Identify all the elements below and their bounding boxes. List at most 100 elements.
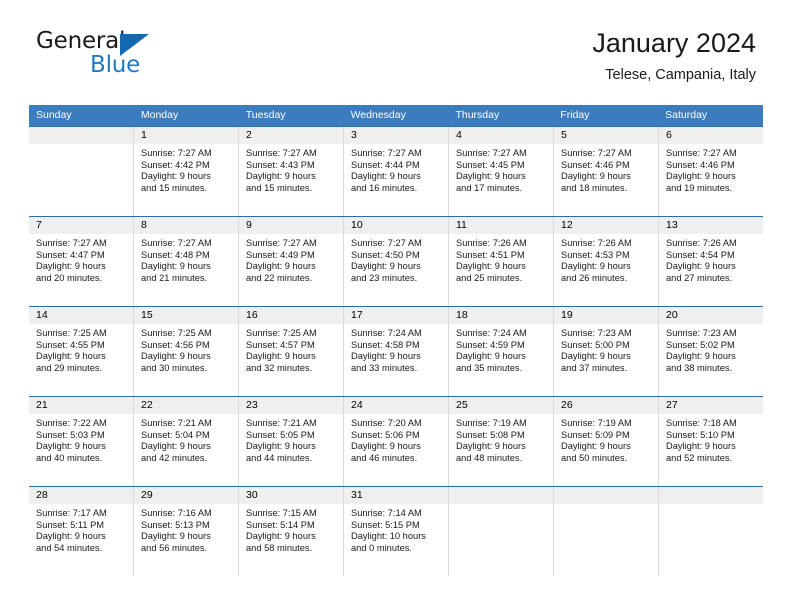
day-cell[interactable]: 30 Sunrise: 7:15 AM Sunset: 5:14 PM Dayl… [238,487,343,576]
day-cell[interactable]: 17 Sunrise: 7:24 AM Sunset: 4:58 PM Dayl… [343,307,448,396]
day-cell[interactable]: 19 Sunrise: 7:23 AM Sunset: 5:00 PM Dayl… [553,307,658,396]
day-cell[interactable]: 3 Sunrise: 7:27 AM Sunset: 4:44 PM Dayli… [343,127,448,216]
calendar-page: General Blue January 2024 Telese, Campan… [0,0,792,612]
day-number [554,487,658,504]
daylight-text-line2: and 27 minutes. [666,272,733,283]
day-cell[interactable]: 18 Sunrise: 7:24 AM Sunset: 4:59 PM Dayl… [448,307,553,396]
day-number: 2 [239,127,343,144]
day-cell[interactable]: 14 Sunrise: 7:25 AM Sunset: 4:55 PM Dayl… [29,307,133,396]
daylight-text-line1: Daylight: 9 hours [666,441,736,452]
sunset-text: Sunset: 5:14 PM [246,519,315,530]
day-cell[interactable]: 5 Sunrise: 7:27 AM Sunset: 4:46 PM Dayli… [553,127,658,216]
daylight-text-line1: Daylight: 9 hours [561,261,631,272]
daylight-text-line1: Daylight: 10 hours [351,531,426,542]
day-number: 3 [344,127,448,144]
day-details: Sunrise: 7:22 AM Sunset: 5:03 PM Dayligh… [29,414,133,464]
day-number: 16 [239,307,343,324]
sunset-text: Sunset: 4:53 PM [561,249,630,260]
day-cell[interactable]: 6 Sunrise: 7:27 AM Sunset: 4:46 PM Dayli… [658,127,763,216]
sunrise-text: Sunrise: 7:27 AM [246,148,317,158]
calendar-week-row: 14 Sunrise: 7:25 AM Sunset: 4:55 PM Dayl… [29,306,763,396]
sunrise-text: Sunrise: 7:27 AM [351,148,422,158]
sunrise-text: Sunrise: 7:27 AM [561,148,632,158]
sunrise-text: Sunrise: 7:21 AM [246,418,317,428]
day-details: Sunrise: 7:26 AM Sunset: 4:51 PM Dayligh… [449,234,553,284]
day-details: Sunrise: 7:19 AM Sunset: 5:08 PM Dayligh… [449,414,553,464]
sunrise-text: Sunrise: 7:27 AM [456,148,527,158]
page-header: General Blue January 2024 Telese, Campan… [36,26,756,94]
day-cell[interactable]: 7 Sunrise: 7:27 AM Sunset: 4:47 PM Dayli… [29,217,133,306]
day-details: Sunrise: 7:20 AM Sunset: 5:06 PM Dayligh… [344,414,448,464]
daylight-text-line2: and 38 minutes. [666,362,733,373]
sunrise-text: Sunrise: 7:27 AM [141,148,212,158]
sunset-text: Sunset: 5:02 PM [666,339,735,350]
day-details: Sunrise: 7:14 AM Sunset: 5:15 PM Dayligh… [344,504,448,554]
day-details: Sunrise: 7:27 AM Sunset: 4:47 PM Dayligh… [29,234,133,284]
day-number: 7 [29,217,133,234]
day-cell[interactable]: 16 Sunrise: 7:25 AM Sunset: 4:57 PM Dayl… [238,307,343,396]
day-details: Sunrise: 7:17 AM Sunset: 5:11 PM Dayligh… [29,504,133,554]
page-subtitle: Telese, Campania, Italy [605,67,756,83]
day-cell[interactable]: 20 Sunrise: 7:23 AM Sunset: 5:02 PM Dayl… [658,307,763,396]
daylight-text-line2: and 40 minutes. [36,452,103,463]
daylight-text-line1: Daylight: 9 hours [351,441,421,452]
day-cell[interactable]: 25 Sunrise: 7:19 AM Sunset: 5:08 PM Dayl… [448,397,553,486]
day-cell[interactable]: 27 Sunrise: 7:18 AM Sunset: 5:10 PM Dayl… [658,397,763,486]
day-cell[interactable]: 9 Sunrise: 7:27 AM Sunset: 4:49 PM Dayli… [238,217,343,306]
sunset-text: Sunset: 5:05 PM [246,429,315,440]
sunset-text: Sunset: 5:13 PM [141,519,210,530]
day-cell[interactable]: 24 Sunrise: 7:20 AM Sunset: 5:06 PM Dayl… [343,397,448,486]
sunset-text: Sunset: 5:08 PM [456,429,525,440]
day-cell[interactable]: 29 Sunrise: 7:16 AM Sunset: 5:13 PM Dayl… [133,487,238,576]
sunrise-text: Sunrise: 7:21 AM [141,418,212,428]
day-number: 11 [449,217,553,234]
daylight-text-line2: and 16 minutes. [351,182,418,193]
daylight-text-line2: and 48 minutes. [456,452,523,463]
day-cell[interactable]: 26 Sunrise: 7:19 AM Sunset: 5:09 PM Dayl… [553,397,658,486]
day-cell[interactable]: 15 Sunrise: 7:25 AM Sunset: 4:56 PM Dayl… [133,307,238,396]
daylight-text-line1: Daylight: 9 hours [36,351,106,362]
day-number: 15 [134,307,238,324]
daylight-text-line2: and 19 minutes. [666,182,733,193]
sunset-text: Sunset: 5:10 PM [666,429,735,440]
weekday-header-thursday: Thursday [455,109,500,121]
daylight-text-line2: and 37 minutes. [561,362,628,373]
day-details: Sunrise: 7:24 AM Sunset: 4:58 PM Dayligh… [344,324,448,374]
sunset-text: Sunset: 4:46 PM [666,159,735,170]
sunset-text: Sunset: 5:15 PM [351,519,420,530]
day-cell[interactable]: 1 Sunrise: 7:27 AM Sunset: 4:42 PM Dayli… [133,127,238,216]
sunrise-text: Sunrise: 7:19 AM [456,418,527,428]
day-cell[interactable]: 21 Sunrise: 7:22 AM Sunset: 5:03 PM Dayl… [29,397,133,486]
daylight-text-line1: Daylight: 9 hours [351,171,421,182]
day-number: 23 [239,397,343,414]
sunset-text: Sunset: 4:56 PM [141,339,210,350]
day-cell[interactable]: 8 Sunrise: 7:27 AM Sunset: 4:48 PM Dayli… [133,217,238,306]
day-cell[interactable]: 23 Sunrise: 7:21 AM Sunset: 5:05 PM Dayl… [238,397,343,486]
day-cell[interactable]: 4 Sunrise: 7:27 AM Sunset: 4:45 PM Dayli… [448,127,553,216]
day-cell[interactable] [29,127,133,216]
day-cell[interactable]: 22 Sunrise: 7:21 AM Sunset: 5:04 PM Dayl… [133,397,238,486]
day-cell[interactable]: 31 Sunrise: 7:14 AM Sunset: 5:15 PM Dayl… [343,487,448,576]
day-cell[interactable]: 13 Sunrise: 7:26 AM Sunset: 4:54 PM Dayl… [658,217,763,306]
day-cell[interactable] [448,487,553,576]
day-cell[interactable] [553,487,658,576]
day-cell[interactable]: 11 Sunrise: 7:26 AM Sunset: 4:51 PM Dayl… [448,217,553,306]
day-details: Sunrise: 7:27 AM Sunset: 4:46 PM Dayligh… [554,144,658,194]
day-cell[interactable] [658,487,763,576]
day-number: 12 [554,217,658,234]
day-details: Sunrise: 7:27 AM Sunset: 4:45 PM Dayligh… [449,144,553,194]
sunset-text: Sunset: 5:04 PM [141,429,210,440]
day-cell[interactable]: 2 Sunrise: 7:27 AM Sunset: 4:43 PM Dayli… [238,127,343,216]
daylight-text-line2: and 17 minutes. [456,182,523,193]
brand-logo[interactable]: General Blue [36,28,216,88]
sunset-text: Sunset: 4:49 PM [246,249,315,260]
sunset-text: Sunset: 5:06 PM [351,429,420,440]
page-title: January 2024 [592,28,756,58]
day-cell[interactable]: 28 Sunrise: 7:17 AM Sunset: 5:11 PM Dayl… [29,487,133,576]
daylight-text-line1: Daylight: 9 hours [36,531,106,542]
day-number: 28 [29,487,133,504]
day-cell[interactable]: 10 Sunrise: 7:27 AM Sunset: 4:50 PM Dayl… [343,217,448,306]
day-details: Sunrise: 7:27 AM Sunset: 4:44 PM Dayligh… [344,144,448,194]
day-cell[interactable]: 12 Sunrise: 7:26 AM Sunset: 4:53 PM Dayl… [553,217,658,306]
sunrise-text: Sunrise: 7:25 AM [246,328,317,338]
